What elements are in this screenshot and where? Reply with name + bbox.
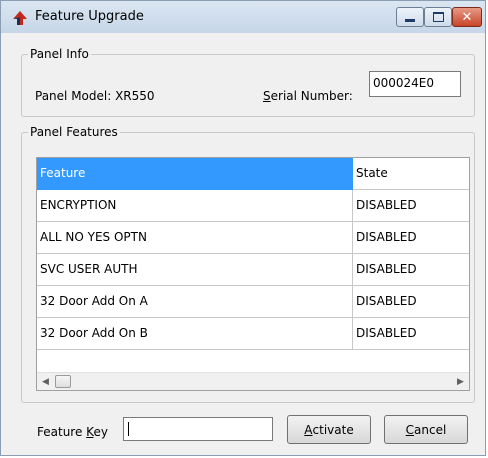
- table-row[interactable]: 32 Door Add On B DISABLED: [37, 318, 469, 350]
- feature-upgrade-window: Feature Upgrade ✕ Panel Info Panel Model…: [0, 0, 486, 456]
- feature-cell[interactable]: SVC USER AUTH: [37, 254, 353, 286]
- scroll-left-icon[interactable]: ◀: [37, 373, 54, 390]
- text-caret: [128, 422, 129, 436]
- table-row[interactable]: ENCRYPTION DISABLED: [37, 190, 469, 222]
- serial-number-label: Serial Number:: [263, 89, 353, 103]
- state-cell[interactable]: DISABLED: [353, 318, 469, 350]
- activate-mnemonic: A: [304, 422, 313, 437]
- table-row[interactable]: SVC USER AUTH DISABLED: [37, 254, 469, 286]
- panel-info-legend: Panel Info: [30, 47, 89, 61]
- feature-key-label-start: Feature: [37, 425, 87, 439]
- serial-number-field[interactable]: 000024E0: [369, 71, 461, 97]
- state-cell[interactable]: DISABLED: [353, 222, 469, 254]
- grid-header-row[interactable]: Feature State: [37, 158, 469, 190]
- minimize-button[interactable]: [396, 7, 424, 27]
- table-row[interactable]: ALL NO YES OPTN DISABLED: [37, 222, 469, 254]
- serial-label-mnemonic: S: [263, 89, 271, 103]
- feature-cell[interactable]: 32 Door Add On B: [37, 318, 353, 350]
- cancel-label-rest: ancel: [414, 422, 447, 437]
- activate-label-rest: ctivate: [312, 422, 354, 437]
- feature-key-label: Feature Key: [37, 425, 108, 439]
- red-arrow-app-icon: [13, 11, 27, 25]
- feature-cell[interactable]: ALL NO YES OPTN: [37, 222, 353, 254]
- close-icon: ✕: [461, 9, 473, 25]
- panel-model-label: Panel Model: XR550: [35, 89, 155, 103]
- title-bar[interactable]: Feature Upgrade ✕: [1, 1, 485, 33]
- horizontal-scrollbar[interactable]: ◀ ▶: [37, 372, 469, 390]
- maximize-button[interactable]: [424, 7, 452, 27]
- cancel-mnemonic: C: [405, 422, 415, 437]
- window-title: Feature Upgrade: [35, 9, 144, 24]
- feature-cell[interactable]: ENCRYPTION: [37, 190, 353, 222]
- scrollbar-thumb[interactable]: [55, 375, 71, 388]
- feature-cell[interactable]: 32 Door Add On A: [37, 286, 353, 318]
- maximize-icon: [432, 12, 444, 22]
- state-cell[interactable]: DISABLED: [353, 190, 469, 222]
- state-column-header[interactable]: State: [353, 158, 469, 190]
- cancel-button[interactable]: Cancel: [384, 415, 468, 444]
- feature-key-input[interactable]: [123, 417, 273, 441]
- table-row[interactable]: 32 Door Add On A DISABLED: [37, 286, 469, 318]
- activate-button[interactable]: Activate: [287, 415, 371, 444]
- features-grid[interactable]: Feature State ENCRYPTION DISABLED ALL NO…: [36, 157, 470, 391]
- serial-label-rest: erial Number:: [270, 89, 353, 103]
- close-button[interactable]: ✕: [452, 7, 482, 27]
- minimize-icon: [405, 18, 415, 22]
- state-cell[interactable]: DISABLED: [353, 286, 469, 318]
- feature-column-header[interactable]: Feature: [37, 158, 353, 190]
- panel-features-legend: Panel Features: [30, 125, 118, 139]
- state-cell[interactable]: DISABLED: [353, 254, 469, 286]
- feature-key-label-end: ey: [93, 425, 108, 439]
- scroll-right-icon[interactable]: ▶: [452, 373, 469, 390]
